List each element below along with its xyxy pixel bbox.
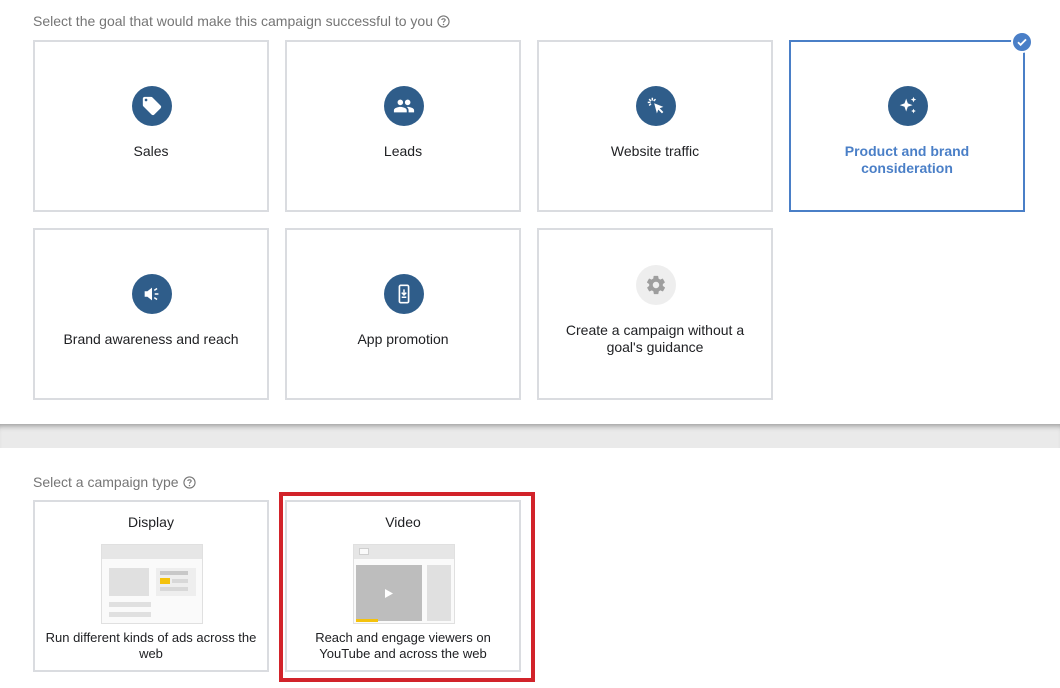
help-icon[interactable] bbox=[182, 475, 196, 489]
goal-card-brand-awareness[interactable]: Brand awareness and reach bbox=[33, 228, 269, 400]
cursor-click-icon bbox=[636, 86, 676, 126]
goal-label: Leads bbox=[383, 143, 423, 159]
gear-icon bbox=[636, 265, 676, 305]
goal-card-product-brand-consideration[interactable]: Product and brand consideration bbox=[789, 40, 1025, 212]
campaign-type-description: Run different kinds of ads across the we… bbox=[45, 630, 257, 661]
sparkle-icon bbox=[888, 86, 928, 126]
goal-card-app-promotion[interactable]: App promotion bbox=[285, 228, 521, 400]
goal-card-website-traffic[interactable]: Website traffic bbox=[537, 40, 773, 212]
campaign-type-prompt-text: Select a campaign type bbox=[33, 474, 179, 490]
goal-label: Website traffic bbox=[610, 143, 700, 159]
goal-label: Create a campaign without a goal's guida… bbox=[565, 322, 745, 355]
selected-check-icon bbox=[1011, 31, 1033, 53]
video-highlight-box bbox=[279, 492, 535, 682]
people-icon bbox=[384, 86, 424, 126]
goal-label: Brand awareness and reach bbox=[63, 331, 239, 347]
campaign-type-prompt: Select a campaign type bbox=[33, 474, 196, 490]
display-ad-illustration bbox=[101, 544, 203, 624]
campaign-type-card-display[interactable]: Display Run different kinds of ads acros… bbox=[33, 500, 269, 672]
tag-icon bbox=[132, 86, 172, 126]
goal-card-no-goal[interactable]: Create a campaign without a goal's guida… bbox=[537, 228, 773, 400]
goal-label: App promotion bbox=[357, 331, 449, 347]
goal-label: Product and brand consideration bbox=[844, 143, 970, 176]
goal-label: Sales bbox=[133, 143, 169, 159]
goal-prompt-text: Select the goal that would make this cam… bbox=[33, 13, 433, 29]
goal-prompt: Select the goal that would make this cam… bbox=[33, 13, 450, 29]
goal-card-sales[interactable]: Sales bbox=[33, 40, 269, 212]
campaign-type-title: Display bbox=[128, 514, 174, 530]
help-icon[interactable] bbox=[437, 14, 450, 28]
goal-card-leads[interactable]: Leads bbox=[285, 40, 521, 212]
megaphone-icon bbox=[132, 274, 172, 314]
phone-download-icon bbox=[384, 274, 424, 314]
section-divider bbox=[0, 424, 1060, 448]
